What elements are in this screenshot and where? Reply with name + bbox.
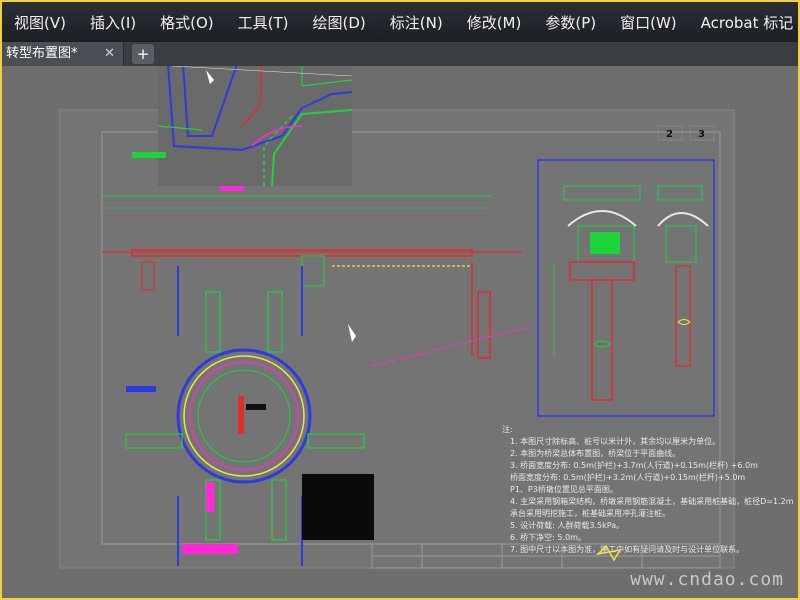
- menu-window[interactable]: 窗口(W): [608, 12, 689, 33]
- cad-drawing[interactable]: 2 3 注: 1. 本图尺寸除标高、桩号以米计外，其余均以厘米为单位。 2. 本…: [2, 66, 798, 598]
- note-line: 5. 设计荷载: 人群荷载3.5kPa。: [510, 520, 624, 530]
- app-window-frame: 视图(V) 插入(I) 格式(O) 工具(T) 绘图(D) 标注(N) 修改(M…: [0, 0, 800, 600]
- hatched-label-block: [302, 474, 374, 540]
- note-line: P1、P3桥墩位置见总平面图。: [510, 484, 618, 494]
- menu-format[interactable]: 格式(O): [148, 12, 226, 33]
- page-number-current: 2: [666, 129, 673, 140]
- document-tab[interactable]: 转型布置图* ✕: [2, 42, 124, 66]
- document-tab-bar: 转型布置图* ✕ +: [2, 42, 798, 66]
- document-tab-title: 转型布置图*: [6, 46, 78, 61]
- menu-draw[interactable]: 绘图(D): [301, 12, 378, 33]
- note-line: 2. 本图为桥梁总体布置图，桥梁位于平面曲线。: [510, 448, 680, 458]
- note-line: 4. 主梁采用钢箱梁结构，桥墩采用钢筋混凝土，基础采用桩基础，桩径D=1.2m: [510, 496, 794, 506]
- menu-dimension[interactable]: 标注(N): [378, 12, 455, 33]
- new-tab-button[interactable]: +: [132, 44, 154, 64]
- note-line: 1. 本图尺寸除标高、桩号以米计外，其余均以厘米为单位。: [510, 436, 720, 446]
- notes-title: 注:: [502, 424, 513, 434]
- page-number-total: 3: [698, 129, 705, 140]
- close-icon[interactable]: ✕: [104, 42, 115, 66]
- menu-insert[interactable]: 插入(I): [78, 12, 148, 33]
- menu-parameter[interactable]: 参数(P): [533, 12, 608, 33]
- site-plan-inset: [132, 66, 353, 191]
- note-line: 3. 桥面宽度分布: 0.5m(护栏)+3.7m(人行道)+0.15m(栏杆) …: [510, 460, 758, 470]
- note-line: 桥面宽度分布: 0.5m(护栏)+3.2m(人行道)+0.15m(栏杆)+5.0…: [510, 472, 745, 482]
- menu-bar: 视图(V) 插入(I) 格式(O) 工具(T) 绘图(D) 标注(N) 修改(M…: [2, 2, 798, 42]
- menu-acrobat[interactable]: Acrobat 标记: [689, 12, 798, 33]
- drawing-canvas[interactable]: 2 3 注: 1. 本图尺寸除标高、桩号以米计外，其余均以厘米为单位。 2. 本…: [2, 66, 798, 598]
- menu-tools[interactable]: 工具(T): [226, 12, 301, 33]
- note-line: 6. 桥下净空: 5.0m。: [510, 532, 586, 542]
- menu-modify[interactable]: 修改(M): [455, 12, 534, 33]
- note-line: 7. 图中尺寸以本图为准，施工中如有疑问请及时与设计单位联系。: [510, 544, 744, 554]
- menu-view[interactable]: 视图(V): [2, 12, 78, 33]
- watermark-text: www.cndao.com: [630, 569, 784, 590]
- note-line: 承台采用明挖施工，桩基础采用冲孔灌注桩。: [510, 508, 670, 518]
